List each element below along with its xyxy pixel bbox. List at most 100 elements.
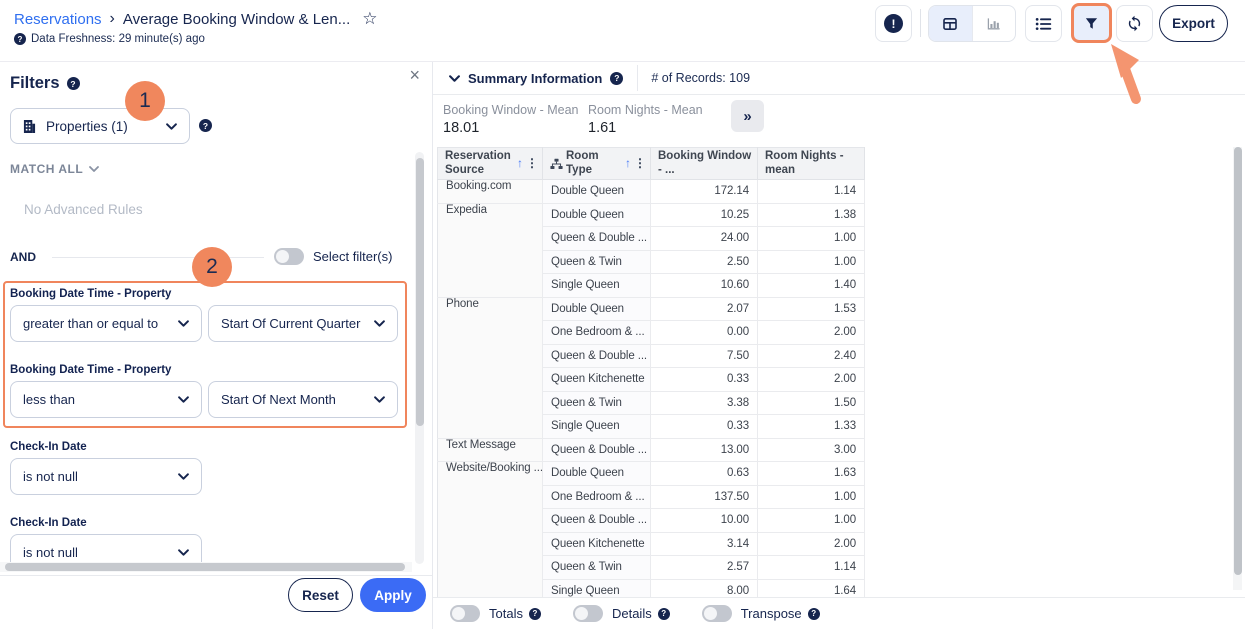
hierarchy-icon xyxy=(550,158,563,170)
table-vertical-scrollbar[interactable] xyxy=(1233,147,1242,590)
and-label: AND xyxy=(10,250,36,264)
properties-dropdown[interactable]: Properties (1) xyxy=(10,108,190,144)
metric-value: 18.01 xyxy=(443,120,578,136)
panel-horizontal-scrollbar[interactable] xyxy=(0,562,412,572)
room-type-cell: Queen Kitchenette xyxy=(543,532,651,556)
rule-operator-dropdown[interactable]: is not null xyxy=(10,458,202,495)
and-divider xyxy=(52,257,264,258)
metric-value: 1.61 xyxy=(588,120,703,136)
rule-field-label: Booking Date Time - Property xyxy=(10,364,171,376)
freshness-help-icon[interactable]: ? xyxy=(14,33,26,45)
breadcrumb: Reservations › Average Booking Window & … xyxy=(14,9,377,29)
filter-button[interactable] xyxy=(1071,3,1112,43)
table-view-icon xyxy=(942,16,958,32)
table-row: PhoneDouble Queen2.071.53 xyxy=(438,297,865,321)
app-window: Reservations › Average Booking Window & … xyxy=(0,0,1245,629)
room-nights-cell: 2.00 xyxy=(758,368,865,392)
column-header-room-nights[interactable]: Room Nights - mean xyxy=(758,148,865,180)
booking-window-cell: 0.33 xyxy=(651,415,758,439)
summary-help-icon[interactable]: ? xyxy=(610,72,623,85)
column-header-label: Booking Window - ... xyxy=(658,150,751,176)
panel-vertical-scrollbar[interactable] xyxy=(415,152,424,564)
rule-operator-value: less than xyxy=(23,392,75,407)
export-button[interactable]: Export xyxy=(1159,5,1228,42)
scrollbar-thumb[interactable] xyxy=(416,158,424,426)
column-menu-icon[interactable]: ⋮ xyxy=(526,156,537,170)
select-filters-control: Select filter(s) xyxy=(274,248,392,265)
scrollbar-thumb[interactable] xyxy=(5,563,405,571)
transpose-label: Transpose xyxy=(741,606,802,621)
sort-ascending-icon[interactable]: ↑ xyxy=(517,156,523,170)
reservation-source-cell: Expedia xyxy=(438,203,543,297)
apply-button[interactable]: Apply xyxy=(360,578,426,612)
rule-operator-value: is not null xyxy=(23,469,78,484)
table-view-button[interactable] xyxy=(929,6,972,41)
room-nights-cell: 1.50 xyxy=(758,391,865,415)
data-table: Reservation Source ↑ ⋮ Room Type ↑ xyxy=(437,147,865,603)
booking-window-cell: 2.50 xyxy=(651,250,758,274)
transpose-toggle[interactable] xyxy=(702,605,732,622)
rule-operator-dropdown[interactable]: less than xyxy=(10,381,202,418)
filters-panel: × Filters ? Properties (1) ? MATCH ALL xyxy=(0,62,433,629)
sort-ascending-icon[interactable]: ↑ xyxy=(625,156,631,170)
list-icon xyxy=(1035,17,1052,31)
chart-view-button[interactable] xyxy=(972,6,1016,41)
rule-operator-dropdown[interactable]: greater than or equal to xyxy=(10,305,202,342)
properties-help-icon[interactable]: ? xyxy=(199,119,212,132)
filters-help-icon[interactable]: ? xyxy=(67,77,80,90)
totals-toggle[interactable] xyxy=(450,605,480,622)
column-header-reservation-source[interactable]: Reservation Source ↑ ⋮ xyxy=(438,148,543,180)
booking-window-cell: 7.50 xyxy=(651,344,758,368)
transpose-help-icon[interactable]: ? xyxy=(808,608,820,620)
match-all-dropdown[interactable]: MATCH ALL xyxy=(10,162,99,176)
table-row: Booking.comDouble Queen172.141.14 xyxy=(438,180,865,204)
breadcrumb-reservations-link[interactable]: Reservations xyxy=(14,11,102,28)
collapse-chevron-icon[interactable] xyxy=(449,75,460,82)
rule-value-dropdown[interactable]: Start Of Current Quarter xyxy=(208,305,398,342)
booking-window-cell: 0.63 xyxy=(651,462,758,486)
breadcrumb-separator-icon: › xyxy=(110,10,115,28)
booking-window-cell: 10.25 xyxy=(651,203,758,227)
table-header-row: Reservation Source ↑ ⋮ Room Type ↑ xyxy=(438,148,865,180)
rule-operator-value: is not null xyxy=(23,545,78,560)
field-list-button[interactable] xyxy=(1025,5,1062,42)
favorite-star-icon[interactable]: ☆ xyxy=(362,9,377,29)
totals-label: Totals xyxy=(489,606,523,621)
details-label: Details xyxy=(612,606,652,621)
table-row: Text MessageQueen & Double ...13.003.00 xyxy=(438,438,865,462)
totals-help-icon[interactable]: ? xyxy=(529,608,541,620)
room-nights-cell: 1.14 xyxy=(758,556,865,580)
view-mode-segmented-control xyxy=(928,5,1016,42)
room-nights-cell: 1.33 xyxy=(758,415,865,439)
details-help-icon[interactable]: ? xyxy=(658,608,670,620)
room-nights-cell: 1.38 xyxy=(758,203,865,227)
booking-window-cell: 24.00 xyxy=(651,227,758,251)
room-type-cell: Queen & Twin xyxy=(543,250,651,274)
step-badge-2: 2 xyxy=(192,247,232,287)
reservation-source-cell: Text Message xyxy=(438,438,543,462)
rule-operator-dropdown[interactable]: is not null xyxy=(10,534,202,563)
room-type-cell: Double Queen xyxy=(543,462,651,486)
rule-field-label: Check-In Date xyxy=(10,517,87,529)
rule-field-label: Booking Date Time - Property xyxy=(10,288,171,300)
info-button[interactable]: ! xyxy=(875,5,912,42)
table-row: Website/Booking ...Double Queen0.631.63 xyxy=(438,462,865,486)
column-header-room-type[interactable]: Room Type ↑ ⋮ xyxy=(543,148,651,180)
rule-value-dropdown[interactable]: Start Of Next Month xyxy=(208,381,398,418)
reset-button[interactable]: Reset xyxy=(288,578,353,612)
expand-metrics-button[interactable]: » xyxy=(731,100,764,132)
data-freshness: ? Data Freshness: 29 minute(s) ago xyxy=(14,33,205,45)
data-freshness-text: Data Freshness: 29 minute(s) ago xyxy=(31,33,205,45)
column-menu-icon[interactable]: ⋮ xyxy=(634,156,645,170)
select-filters-label: Select filter(s) xyxy=(313,249,392,264)
details-toggle[interactable] xyxy=(573,605,603,622)
room-type-cell: Double Queen xyxy=(543,180,651,204)
room-type-cell: Single Queen xyxy=(543,274,651,298)
rule-operator-value: greater than or equal to xyxy=(23,316,158,331)
select-filters-toggle[interactable] xyxy=(274,248,304,265)
refresh-button[interactable] xyxy=(1116,5,1153,42)
scrollbar-thumb[interactable] xyxy=(1234,147,1242,575)
room-type-cell: Queen & Double ... xyxy=(543,509,651,533)
column-header-booking-window[interactable]: Booking Window - ... xyxy=(651,148,758,180)
room-nights-cell: 1.00 xyxy=(758,227,865,251)
